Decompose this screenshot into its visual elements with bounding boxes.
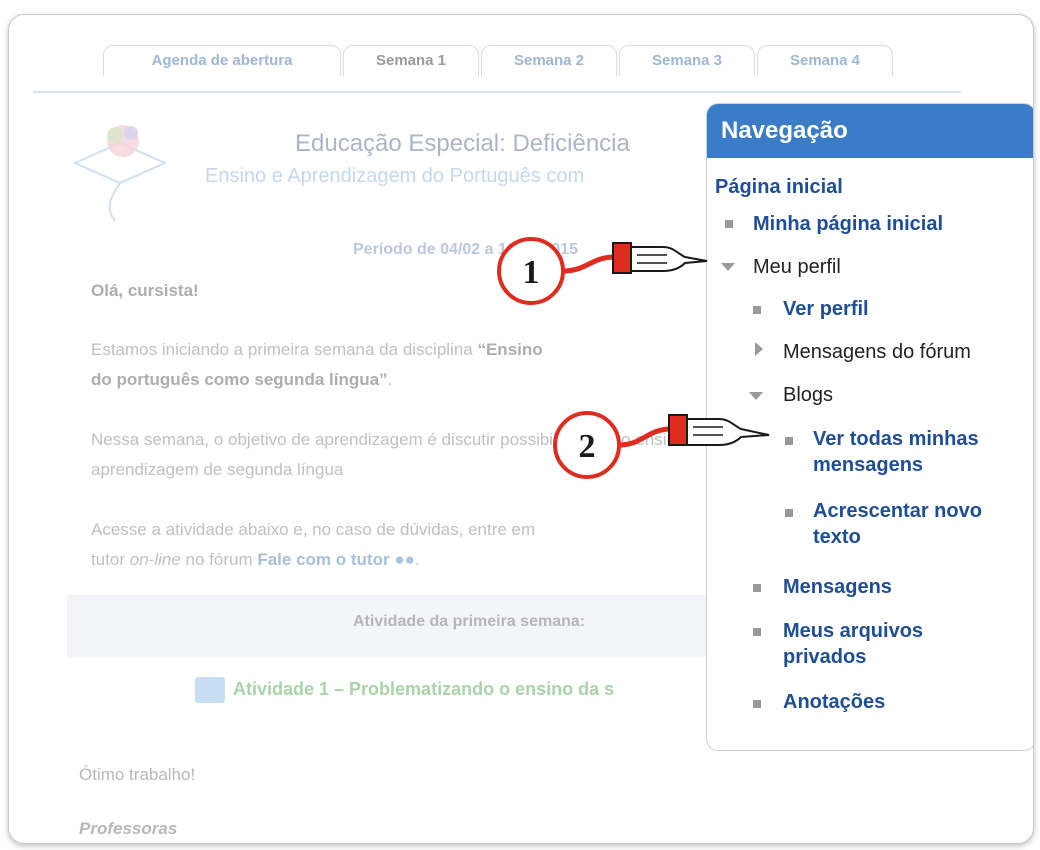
- tab-agenda-abertura[interactable]: Agenda de abertura: [103, 45, 341, 76]
- callout-1: 1: [497, 237, 708, 305]
- bullet-icon: [753, 584, 761, 592]
- nav-mensagens-forum[interactable]: Mensagens do fórum: [783, 341, 971, 364]
- tab-semana-3[interactable]: Semana 3: [619, 45, 755, 76]
- callout-1-number: 1: [523, 254, 540, 291]
- nav-ver-perfil[interactable]: Ver perfil: [783, 298, 869, 321]
- callout-2-number: 2: [579, 428, 596, 465]
- bullet-icon: [753, 700, 761, 708]
- nav-anotacoes[interactable]: Anotações: [783, 691, 885, 714]
- intro-paragraph: Estamos iniciando a primeira semana da d…: [91, 340, 543, 389]
- week-tabs: Agenda de abertura Semana 1 Semana 2 Sem…: [33, 45, 961, 93]
- expanded-arrow-icon[interactable]: [749, 392, 763, 400]
- nav-meu-perfil[interactable]: Meu perfil: [753, 256, 841, 279]
- activity-1-link[interactable]: Atividade 1 – Problematizando o ensino d…: [195, 677, 614, 703]
- fale-com-tutor-link[interactable]: Fale com o tutor: [257, 550, 389, 569]
- bullet-icon: [753, 628, 761, 636]
- course-title: Educação Especial: Deficiência: [295, 130, 630, 157]
- nav-meus-arquivos-privados[interactable]: Meus arquivos privados: [783, 618, 923, 670]
- nav-ver-todas-mensagens[interactable]: Ver todas minhas mensagens: [813, 426, 979, 478]
- tab-semana-1[interactable]: Semana 1: [343, 45, 479, 76]
- nav-mensagens[interactable]: Mensagens: [783, 576, 892, 599]
- pointing-hand-icon: [668, 414, 770, 446]
- activity-box: Atividade da primeira semana:: [67, 595, 745, 657]
- navigation-title: Navegação: [707, 104, 1033, 158]
- closing-text: Ótimo trabalho!: [79, 765, 196, 784]
- expanded-arrow-icon[interactable]: [721, 263, 735, 271]
- collapsed-arrow-icon[interactable]: [755, 342, 763, 356]
- bullet-icon: [753, 306, 761, 314]
- nav-pagina-inicial[interactable]: Página inicial: [715, 176, 843, 199]
- screenshot-frame: Agenda de abertura Semana 1 Semana 2 Sem…: [8, 14, 1034, 844]
- bullet-icon: [785, 437, 793, 445]
- bullet-icon: [785, 509, 793, 517]
- greeting: Olá, cursista!: [91, 281, 199, 300]
- pointing-hand-icon: [612, 242, 708, 274]
- tab-semana-4[interactable]: Semana 4: [757, 45, 893, 76]
- signature: Professoras: [79, 819, 178, 838]
- nav-acrescentar-novo-texto[interactable]: Acrescentar novo texto: [813, 498, 982, 550]
- bullet-icon: [725, 220, 733, 228]
- callout-2: 2: [553, 411, 770, 479]
- nav-minha-pagina-inicial[interactable]: Minha página inicial: [753, 213, 943, 236]
- users-icon: ●●: [394, 550, 415, 569]
- forum-icon: [195, 677, 225, 703]
- course-subtitle: Ensino e Aprendizagem do Português com: [205, 165, 585, 187]
- course-logo-icon: [72, 125, 168, 222]
- access-paragraph: Acesse a atividade abaixo e, no caso de …: [91, 520, 536, 569]
- tab-semana-2[interactable]: Semana 2: [481, 45, 617, 76]
- activity-header: Atividade da primeira semana:: [353, 613, 586, 630]
- nav-blogs[interactable]: Blogs: [783, 384, 833, 407]
